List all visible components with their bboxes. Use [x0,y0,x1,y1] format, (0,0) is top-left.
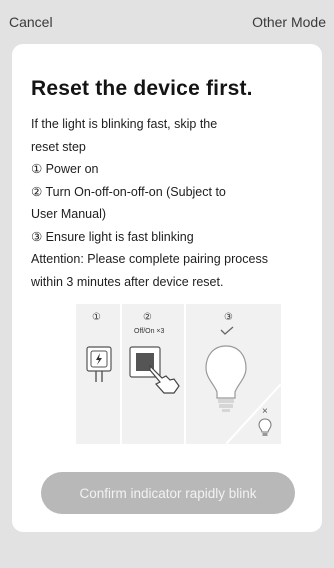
reset-illustration: ① ② Off/On ×3 ③ × [76,304,281,444]
small-bulb-icon [258,418,272,436]
other-mode-button[interactable]: Other Mode [252,14,326,30]
confirm-blink-button[interactable]: Confirm indicator rapidly blink [41,472,295,514]
instruction-line: If the light is blinking fast, skip the [31,117,218,131]
instruction-line: ③ Ensure light is fast blinking [31,229,194,244]
close-mark-icon: × [262,406,268,417]
instruction-line: ② Turn On-off-on-off-on (Subject to [31,184,226,199]
instruction-line: ① Power on [31,162,99,176]
top-bar: Cancel Other Mode [0,0,334,44]
instruction-line: within 3 minutes after device reset. [31,274,224,289]
divider [184,304,186,444]
page-title: Reset the device first. [31,77,253,100]
step-2-number: ② [143,312,152,323]
hand-press-icon [149,364,180,394]
instructions: If the light is blinking fast, skip the … [31,113,311,293]
checkmark-icon [220,326,234,335]
step-1-number: ① [92,312,101,323]
cancel-button[interactable]: Cancel [9,14,53,30]
step-3-number: ③ [224,312,233,323]
divider [120,304,122,444]
corner-divider [226,384,281,444]
instruction-line: reset step [31,139,86,154]
instruction-line: Attention: Please complete pairing proce… [31,252,268,266]
instruction-line: User Manual) [31,207,107,221]
step-2-caption: Off/On ×3 [134,328,165,335]
power-plug-icon [86,346,112,382]
